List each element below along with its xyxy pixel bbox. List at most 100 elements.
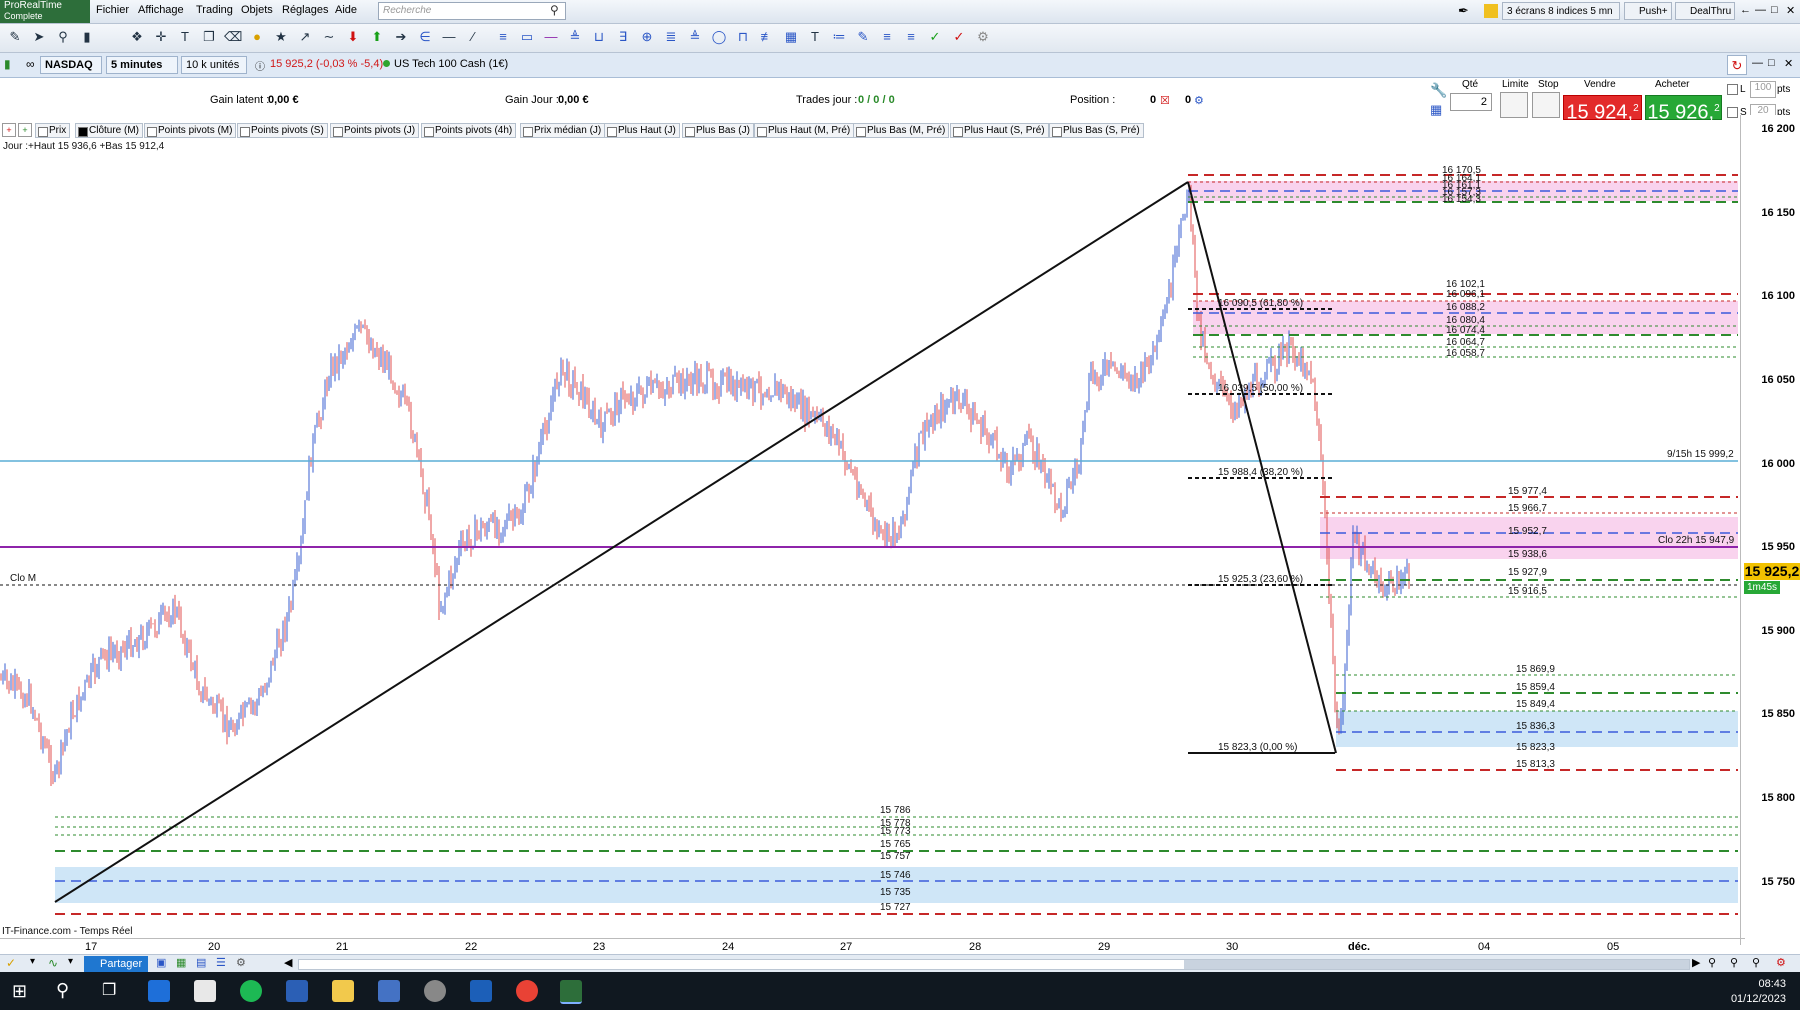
dealthru-button[interactable]: DealThru <box>1675 2 1735 20</box>
menu-affichage[interactable]: Affichage <box>138 4 184 16</box>
menu-reglages[interactable]: Réglages <box>282 4 328 16</box>
toggle-plus-bas-m[interactable]: Plus Bas (M, Pré) <box>853 123 950 138</box>
cursor-icon[interactable]: ➤ <box>30 28 48 46</box>
settings-icon[interactable]: ⚙ <box>974 28 992 46</box>
buy-arrow-icon[interactable]: ⬆ <box>368 28 386 46</box>
menu-trading[interactable]: Trading <box>196 4 233 16</box>
rectangle-icon[interactable]: ▭ <box>518 28 536 46</box>
cycle-icon[interactable]: ⊕ <box>638 28 656 46</box>
menu-fichier[interactable]: Fichier <box>96 4 129 16</box>
zoom-icon[interactable]: ⚲ <box>54 28 72 46</box>
text-icon[interactable]: T <box>176 28 194 46</box>
alarm-icon[interactable]: ● <box>248 28 266 46</box>
menu-aide[interactable]: Aide <box>335 4 357 16</box>
windows-start-icon[interactable]: ⊞ <box>12 981 27 1002</box>
toggle-pivots-s[interactable]: Points pivots (S) <box>237 123 328 138</box>
calculator-app-icon[interactable] <box>378 980 400 1002</box>
segment-icon[interactable]: ∼ <box>320 28 338 46</box>
panel-maximize-icon[interactable]: □ <box>1768 57 1775 69</box>
add-price-icon[interactable]: + <box>18 123 32 137</box>
scroll-right-icon[interactable]: ▶ <box>1692 956 1700 969</box>
share-button[interactable]: Partager <box>84 956 149 972</box>
chrome-icon[interactable] <box>516 980 538 1002</box>
toggle-plus-bas-j[interactable]: Plus Bas (J) <box>682 123 754 138</box>
sell-arrow-icon[interactable]: ⬇ <box>344 28 362 46</box>
toggle-pivots-m[interactable]: Points pivots (M) <box>144 123 237 138</box>
taskbar-search-icon[interactable]: ⚲ <box>56 980 69 1001</box>
calculator-icon[interactable]: ▦ <box>1430 102 1442 118</box>
regression-icon[interactable]: ≢ <box>758 28 776 46</box>
notifications-icon[interactable] <box>1484 4 1498 18</box>
settings2-icon[interactable]: ⚙ <box>236 956 246 969</box>
zoom-fit-icon[interactable]: ⚲ <box>1708 956 1716 969</box>
grid-icon[interactable]: ▦ <box>782 28 800 46</box>
toggle-prix-median[interactable]: Prix médian (J) <box>520 123 606 138</box>
toggle-plus-haut-s[interactable]: Plus Haut (S, Pré) <box>950 123 1049 138</box>
tag-icon[interactable]: ★ <box>272 28 290 46</box>
toggle-plus-bas-s[interactable]: Plus Bas (S, Pré) <box>1049 123 1144 138</box>
l-input[interactable]: 100 <box>1750 81 1776 98</box>
mail-icon[interactable] <box>194 980 216 1002</box>
dropdown2-icon[interactable]: ▾ <box>68 956 73 967</box>
search-input[interactable]: Recherche <box>378 2 566 20</box>
spreadsheet-icon[interactable]: ▦ <box>176 956 186 969</box>
system-clock[interactable]: 08:43 01/12/2023 <box>1731 977 1786 1007</box>
ellipse-icon[interactable]: ◯ <box>710 28 728 46</box>
arrow-right-icon[interactable]: ➔ <box>392 28 410 46</box>
toggle-plus-haut-m[interactable]: Plus Haut (M, Pré) <box>754 123 855 138</box>
toggle-pivots-j[interactable]: Points pivots (J) <box>330 123 420 138</box>
trendline-up[interactable] <box>54 181 1189 903</box>
measure-icon[interactable]: ✎ <box>854 28 872 46</box>
screenshot-icon[interactable]: ▣ <box>156 956 166 969</box>
arc-icon[interactable]: ⊓ <box>734 28 752 46</box>
zoom-in-icon[interactable]: ⚲ <box>1752 956 1760 969</box>
maximize-icon[interactable]: □ <box>1771 4 1778 16</box>
text-box-icon[interactable]: T <box>806 28 824 46</box>
time-axis[interactable]: 17 20 21 22 23 24 27 28 29 30 déc. 04 05 <box>0 938 1745 955</box>
fibonacci-icon[interactable]: ≡ <box>494 28 512 46</box>
time-scrollbar[interactable] <box>298 959 1690 970</box>
limit-order-button[interactable] <box>1500 92 1528 118</box>
trendline-icon[interactable]: ∕ <box>464 28 482 46</box>
delete-icon[interactable]: ⌫ <box>224 28 242 46</box>
back-icon[interactable]: ← <box>1740 4 1751 16</box>
ruler-icon[interactable]: ▮ <box>78 28 96 46</box>
projection-icon[interactable]: ≜ <box>686 28 704 46</box>
toggle-prix[interactable]: Prix <box>35 123 71 138</box>
market-select[interactable]: NASDAQ <box>40 56 102 74</box>
stop-order-button[interactable] <box>1532 92 1560 118</box>
word-icon[interactable] <box>286 980 308 1002</box>
wrench-icon[interactable]: 🔧 <box>1430 82 1447 99</box>
units-select[interactable]: 10 k unités <box>181 56 247 74</box>
remote-icon[interactable] <box>470 980 492 1002</box>
push-button[interactable]: Push+ <box>1624 2 1672 20</box>
scroll-left-icon[interactable]: ◀ <box>284 956 292 969</box>
copy-icon[interactable]: ❐ <box>200 28 218 46</box>
panel-minimize-icon[interactable]: — <box>1752 57 1763 69</box>
magnet-icon[interactable]: ❖ <box>128 28 146 46</box>
panel-close-icon[interactable]: ✕ <box>1784 57 1793 70</box>
levels-icon[interactable]: ≡ <box>878 28 896 46</box>
close-icon[interactable]: ✕ <box>1786 4 1795 17</box>
fibonacci-retracement[interactable] <box>1188 308 1335 754</box>
scrollbar-thumb[interactable] <box>1184 960 1689 969</box>
pencil-icon[interactable]: ✎ <box>6 28 24 46</box>
minimize-icon[interactable]: — <box>1755 4 1766 16</box>
buy-button[interactable]: 15 926,2 <box>1645 95 1722 124</box>
fan-icon[interactable]: ≜ <box>566 28 584 46</box>
link-icon[interactable]: ∞ <box>26 57 35 71</box>
spotify-icon[interactable] <box>240 980 262 1002</box>
move-icon[interactable]: ✛ <box>152 28 170 46</box>
prorealtime-taskbar-icon[interactable] <box>560 980 582 1004</box>
print-icon[interactable]: ▤ <box>196 956 206 969</box>
toggle-pivots-4h[interactable]: Points pivots (4h) <box>421 123 517 138</box>
autoscale-icon[interactable]: ⚙ <box>1776 956 1786 969</box>
settings-app-icon[interactable] <box>424 980 446 1002</box>
store-icon[interactable] <box>148 980 170 1002</box>
dropdown-icon[interactable]: ▾ <box>30 956 35 967</box>
toggle-plus-haut-j[interactable]: Plus Haut (J) <box>604 123 680 138</box>
qty-input[interactable]: 2 <box>1450 93 1492 111</box>
chart-tools-icon[interactable]: ✒ <box>1458 3 1469 19</box>
timeframe-select[interactable]: 5 minutes <box>106 56 178 74</box>
purple-line-icon[interactable]: — <box>542 28 560 46</box>
